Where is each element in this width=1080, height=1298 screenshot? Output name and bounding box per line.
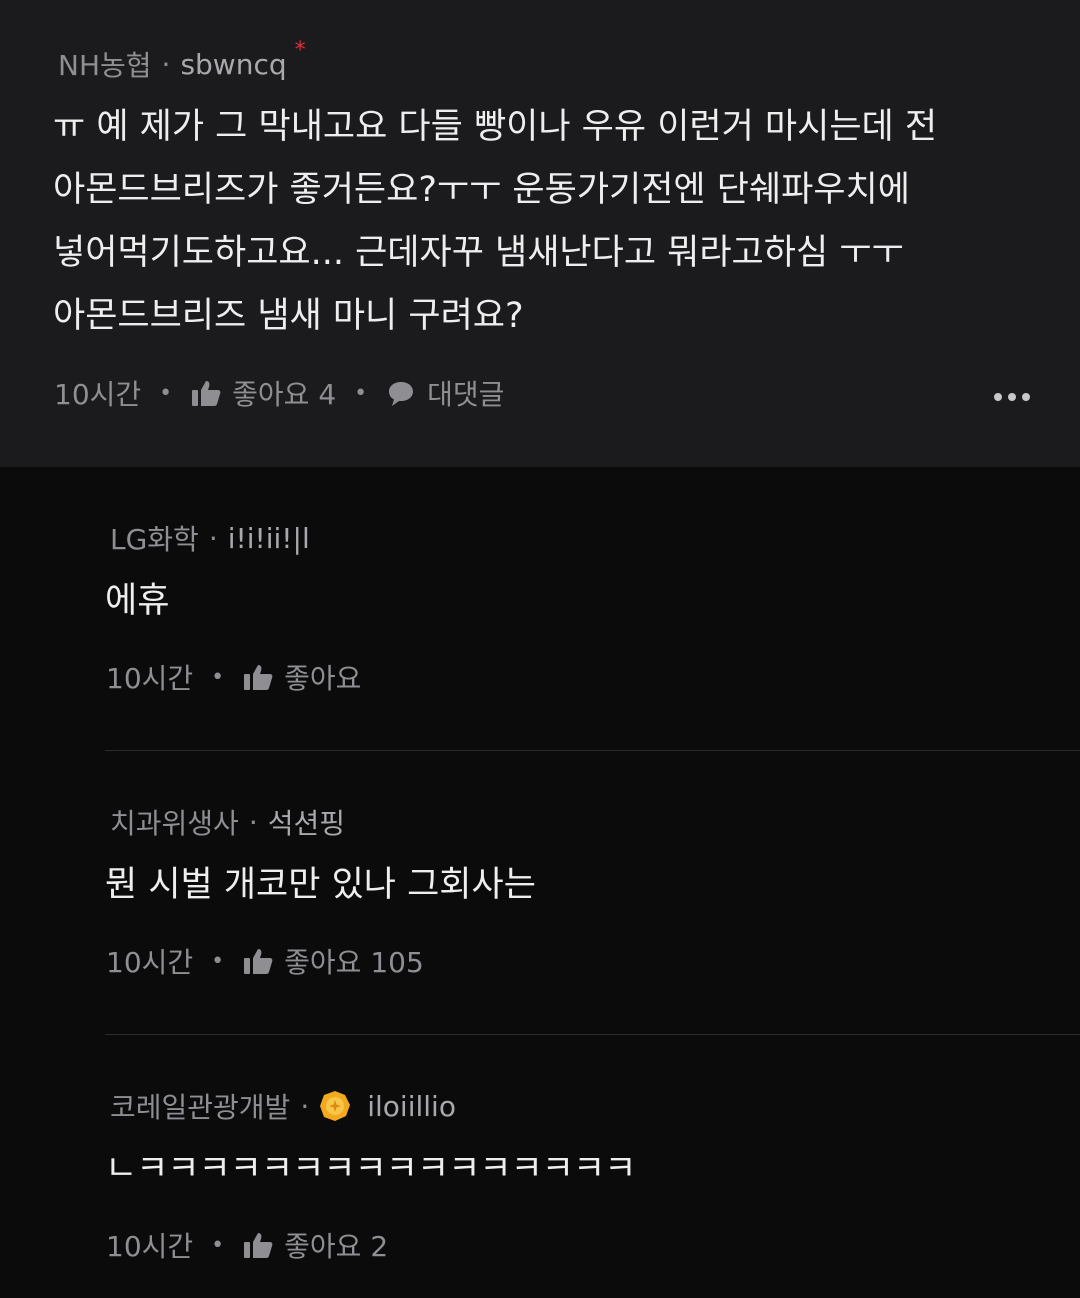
nickname[interactable]: iloiillio xyxy=(367,1090,456,1123)
separator-dot: · xyxy=(300,1089,310,1123)
comment-actions: 10시간 • 좋아요 4 • 대댓글 xyxy=(54,373,504,413)
thumbs-up-icon xyxy=(242,945,274,977)
nickname[interactable]: sbwncq xyxy=(180,48,286,81)
reply-meta: 코레일관광개발 · iloiillio xyxy=(110,1086,456,1126)
reply-meta: LG화학 · i!i!ii!|l xyxy=(110,518,310,558)
gold-badge-icon xyxy=(319,1090,351,1122)
like-label: 좋아요 2 xyxy=(284,1230,389,1263)
reply-text: 뭔 시벌 개코만 있나 그회사는 xyxy=(105,865,536,905)
separator-dot: • xyxy=(211,664,225,690)
thumbs-up-icon xyxy=(190,377,222,409)
company-name: LG화학 xyxy=(110,523,199,556)
company-name: NH농협 xyxy=(58,49,152,82)
separator-dot: • xyxy=(354,380,368,406)
reply-actions: 10시간 • 좋아요 105 xyxy=(106,941,424,981)
more-dot xyxy=(1008,393,1016,401)
more-options-button[interactable] xyxy=(994,393,1030,401)
comment-meta: NH농협 · sbwncq * xyxy=(58,38,306,84)
nickname[interactable]: i!i!ii!|l xyxy=(228,522,310,555)
comment-text: ㅠ 예 제가 그 막내고요 다들 빵이나 우유 이런거 마시는데 전 아몬드브리… xyxy=(53,107,938,336)
reply-actions: 10시간 • 좋아요 xyxy=(106,657,361,697)
reply-button[interactable]: 대댓글 xyxy=(385,373,504,413)
separator-dot: • xyxy=(159,380,173,406)
author-marker: * xyxy=(294,37,306,63)
reply-actions: 10시간 • 좋아요 2 xyxy=(106,1225,388,1265)
reply-time: 10시간 xyxy=(106,1230,194,1263)
company-name: 치과위생사 xyxy=(110,807,239,840)
like-button[interactable]: 좋아요 xyxy=(242,657,361,697)
like-button[interactable]: 좋아요 2 xyxy=(242,1225,388,1265)
company-name: 코레일관광개발 xyxy=(110,1091,291,1124)
divider xyxy=(105,1034,1080,1035)
more-dot xyxy=(994,393,1002,401)
thumbs-up-icon xyxy=(242,1229,274,1261)
reply-time: 10시간 xyxy=(106,662,194,695)
thumbs-up-icon xyxy=(242,661,274,693)
separator-dot: · xyxy=(161,47,171,81)
reply-meta: 치과위생사 · 석션핑 xyxy=(110,802,345,842)
divider xyxy=(105,750,1080,751)
reply-time: 10시간 xyxy=(106,946,194,979)
separator-dot: • xyxy=(211,1232,225,1258)
main-comment: NH농협 · sbwncq * ㅠ 예 제가 그 막내고요 다들 빵이나 우유 … xyxy=(0,0,1080,467)
like-label: 좋아요 4 xyxy=(232,378,337,411)
like-label: 좋아요 xyxy=(284,662,362,695)
nickname[interactable]: 석션핑 xyxy=(268,802,345,842)
separator-dot: · xyxy=(208,521,218,555)
reply-text: ㄴㅋㅋㅋㅋㅋㅋㅋㅋㅋㅋㅋㅋㅋㅋㅋㅋ xyxy=(105,1149,636,1189)
separator-dot: · xyxy=(248,805,258,839)
like-button[interactable]: 좋아요 105 xyxy=(242,941,424,981)
reply-label: 대댓글 xyxy=(427,378,505,411)
like-label: 좋아요 105 xyxy=(284,946,424,979)
speech-bubble-icon xyxy=(385,377,417,409)
separator-dot: • xyxy=(211,948,225,974)
more-dot xyxy=(1022,393,1030,401)
comment-time: 10시간 xyxy=(54,378,142,411)
reply-text: 에휴 xyxy=(105,581,170,621)
like-button[interactable]: 좋아요 4 xyxy=(190,373,336,413)
